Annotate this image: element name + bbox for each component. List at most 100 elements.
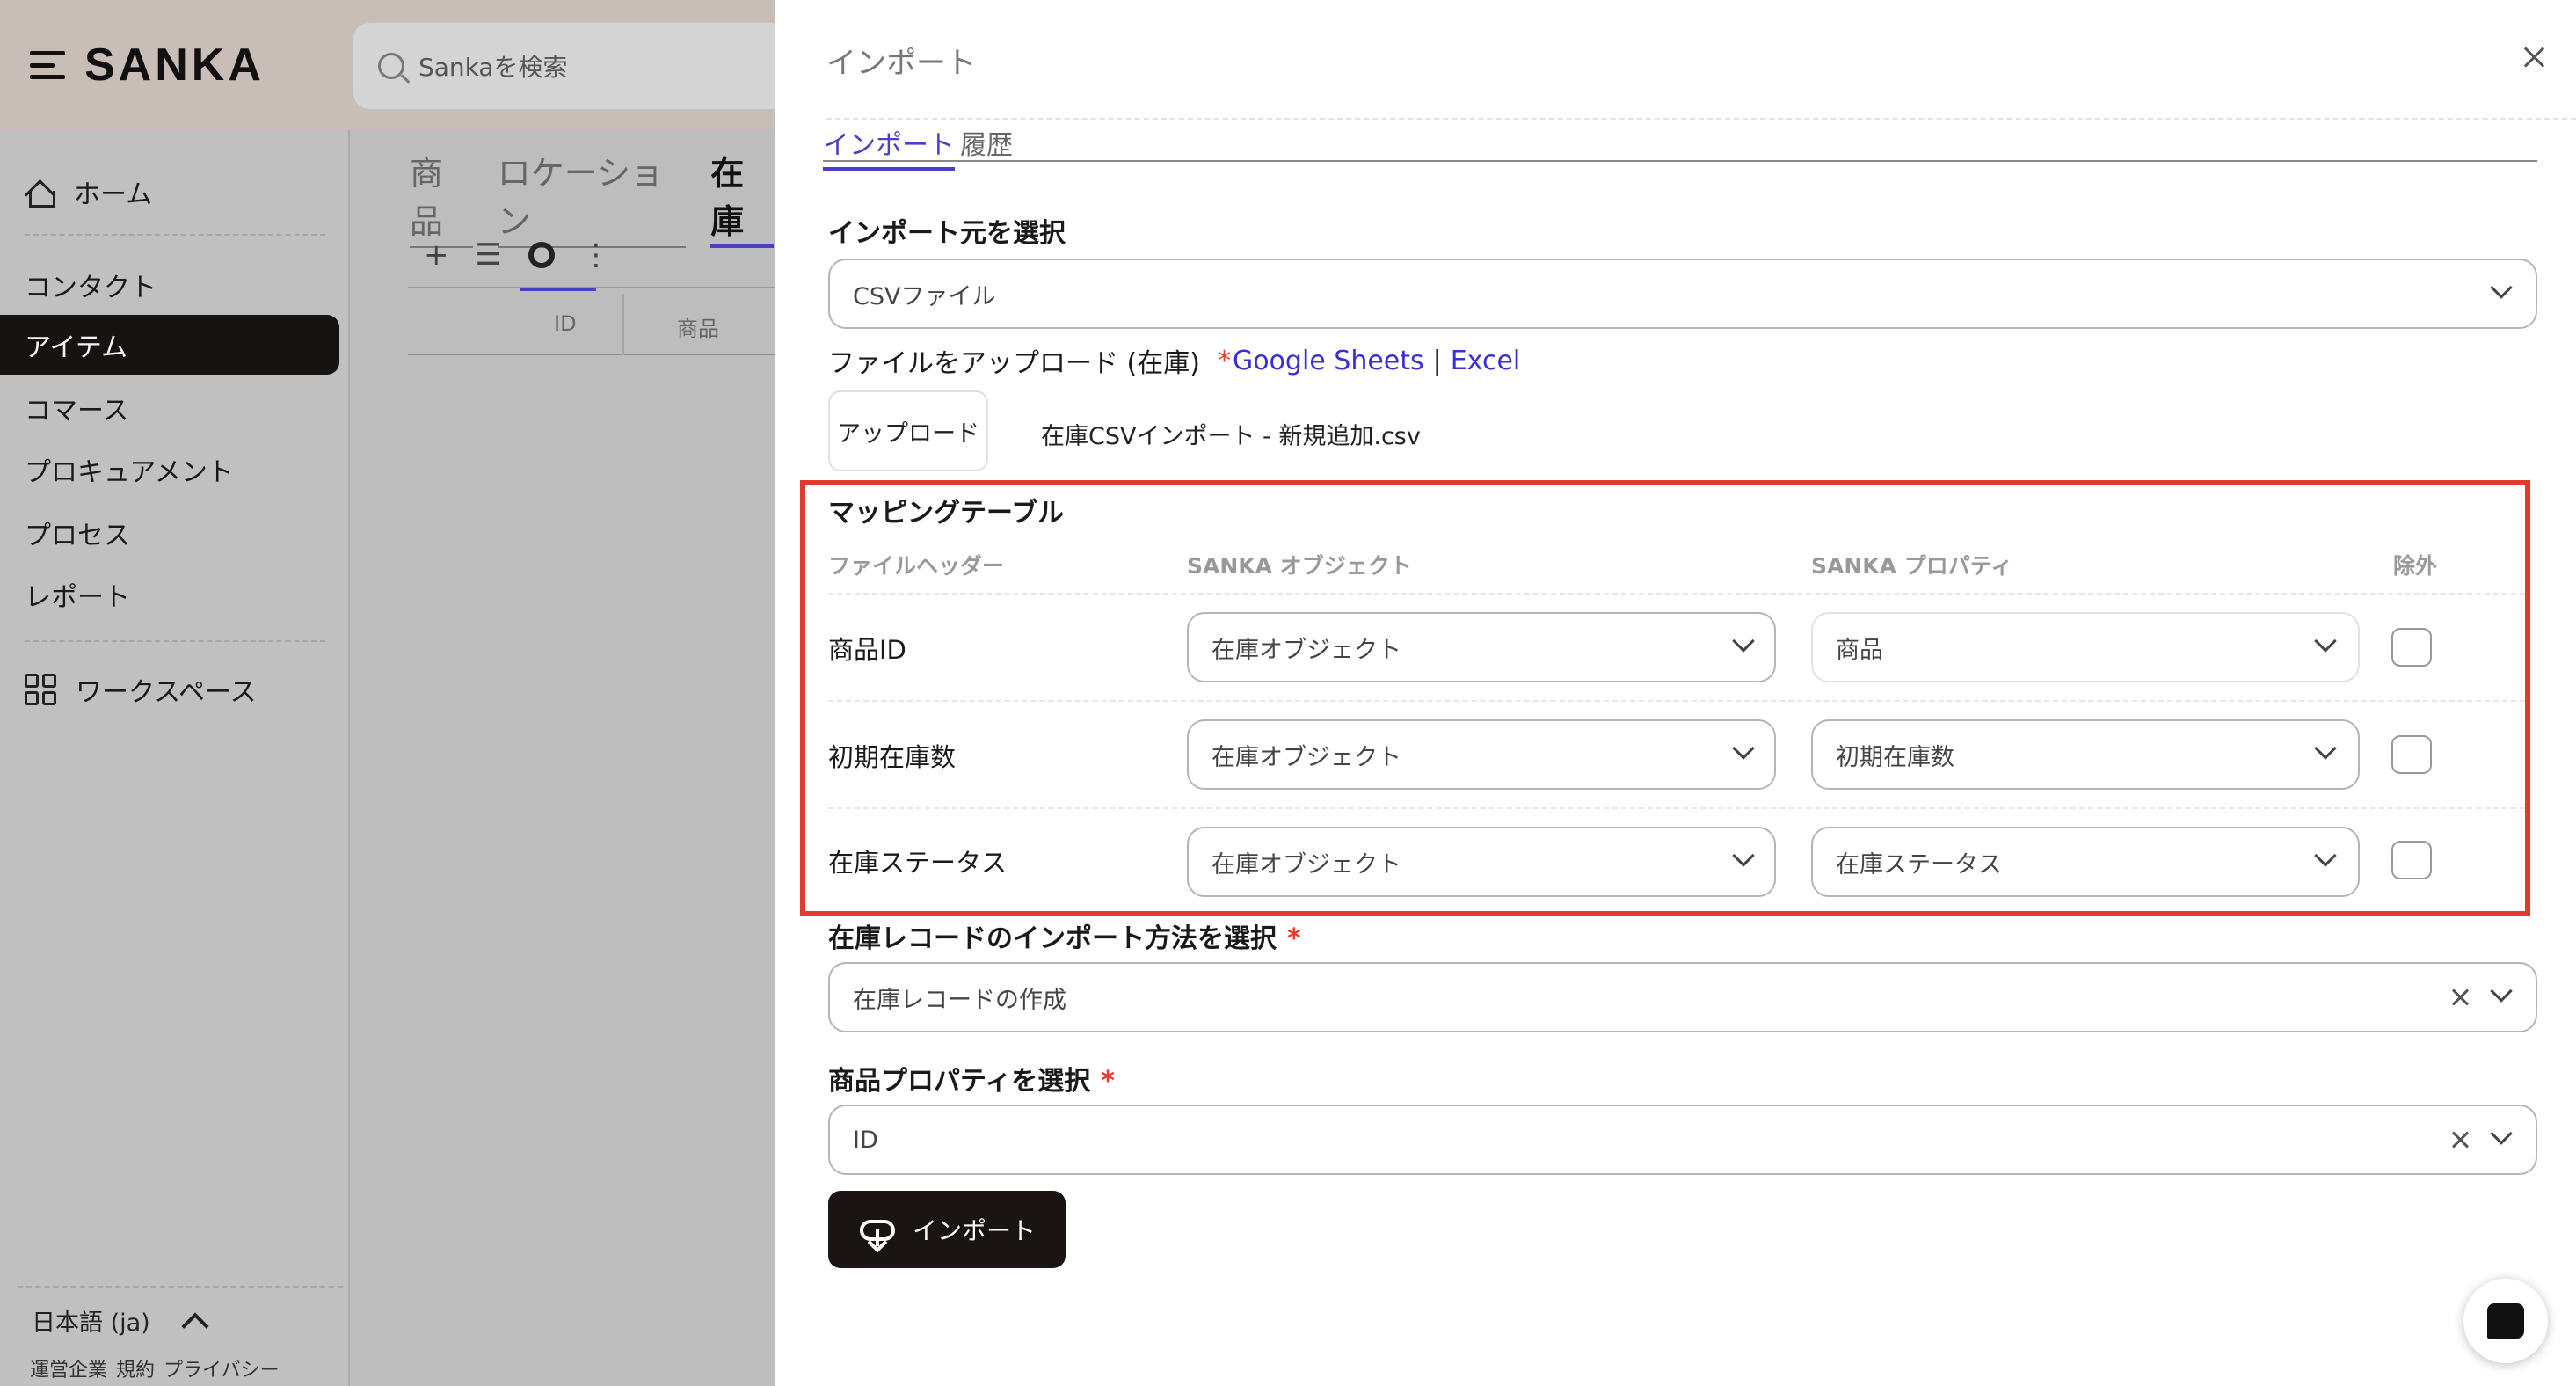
object-select[interactable]: 在庫オブジェクト <box>1187 827 1776 897</box>
table-header: ID 商品 <box>408 294 777 355</box>
footer-link-terms[interactable]: 規約 <box>116 1354 155 1382</box>
mapping-table-title: マッピングテーブル <box>828 498 1065 529</box>
row-divider <box>828 700 2525 702</box>
search-box[interactable]: Sankaを検索 <box>353 23 811 109</box>
footer-link-company[interactable]: 運営企業 <box>30 1354 107 1382</box>
upload-star: * <box>1217 345 1231 376</box>
divider <box>25 234 325 236</box>
chevron-down-icon <box>2314 737 2337 760</box>
property-value: 商品 <box>1836 636 1883 664</box>
clear-icon[interactable] <box>2449 987 2470 1008</box>
sidebar-item-home[interactable]: ホーム <box>0 162 339 222</box>
tab-import[interactable]: インポート <box>823 123 955 171</box>
sidebar-item-reports[interactable]: レポート <box>0 565 339 624</box>
mapping-row-file-header: 商品ID <box>828 635 906 665</box>
add-icon[interactable]: + <box>424 237 449 273</box>
upload-label: ファイルをアップロード (在庫) * Google Sheets | Excel <box>828 341 1520 380</box>
footer-links: 運営企業 規約 プライバシー <box>30 1354 280 1382</box>
import-method-select[interactable]: 在庫レコードの作成 <box>828 962 2537 1032</box>
property-select[interactable]: 初期在庫数 <box>1811 719 2360 790</box>
property-value: 初期在庫数 <box>1836 743 1954 771</box>
column-header-product[interactable]: 商品 <box>677 311 719 342</box>
sidebar-item-items[interactable]: アイテム <box>0 315 339 375</box>
property-select[interactable]: 在庫ステータス <box>1811 827 2360 897</box>
divider <box>826 118 2576 120</box>
circle-view-icon[interactable] <box>528 242 555 268</box>
sidebar-item-label: コマース <box>25 396 129 427</box>
object-value: 在庫オブジェクト <box>1212 636 1401 664</box>
sidebar-item-procurement[interactable]: プロキュアメント <box>0 440 339 500</box>
menu-icon[interactable] <box>30 47 65 83</box>
language-label: 日本語 (ja) <box>32 1309 150 1337</box>
column-header-id[interactable]: ID <box>554 311 577 336</box>
item-property-label: 商品プロパティを選択 * <box>828 1059 1115 1098</box>
column-divider <box>622 294 624 355</box>
chevron-down-icon <box>2490 276 2513 299</box>
import-button[interactable]: インポート <box>828 1191 1066 1268</box>
search-icon <box>378 53 404 79</box>
row-divider <box>828 807 2525 809</box>
chevron-down-icon <box>2314 844 2337 867</box>
clear-icon[interactable] <box>2449 1129 2470 1150</box>
item-property-label-text: 商品プロパティを選択 <box>828 1066 1091 1097</box>
sidebar-item-process[interactable]: プロセス <box>0 503 339 563</box>
search-placeholder: Sankaを検索 <box>418 53 568 82</box>
chevron-down-icon <box>2490 980 2513 1003</box>
sidebar: ホーム コンタクト アイテム コマース プロキュアメント プロセス レポート ワ… <box>0 130 350 1386</box>
sidebar-item-workspace[interactable]: ワークスペース <box>0 660 339 719</box>
sidebar-item-label: ワークスペース <box>76 677 257 708</box>
object-select[interactable]: 在庫オブジェクト <box>1187 612 1776 682</box>
required-mark: * <box>1287 923 1301 954</box>
chat-button[interactable] <box>2463 1279 2548 1363</box>
column-header-object: SANKA オブジェクト <box>1187 553 1412 579</box>
footer-link-privacy[interactable]: プライバシー <box>164 1354 280 1382</box>
language-selector[interactable]: 日本語 (ja) <box>32 1303 209 1340</box>
column-header-exclude: 除外 <box>2393 553 2438 579</box>
drawer-title: インポート <box>826 46 976 81</box>
list-view-icon[interactable]: ☰ <box>476 237 502 273</box>
import-drawer: インポート インポート 履歴 インポート元を選択 CSVファイル ファイルをアッ… <box>775 0 2576 1386</box>
drawer-tabs: インポート 履歴 <box>823 123 2537 171</box>
home-icon <box>25 177 55 208</box>
import-method-label-text: 在庫レコードのインポート方法を選択 <box>828 923 1277 954</box>
item-property-value: ID <box>853 1126 878 1154</box>
sidebar-item-label: ホーム <box>74 179 153 210</box>
object-value: 在庫オブジェクト <box>1212 850 1401 879</box>
sidebar-item-label: プロセス <box>25 521 130 551</box>
exclude-checkbox[interactable] <box>2391 628 2432 667</box>
item-property-select[interactable]: ID <box>828 1105 2537 1175</box>
object-value: 在庫オブジェクト <box>1212 743 1401 771</box>
main-content: 商品 ロケーション 在庫 + ☰ ⋮ ID 商品 <box>352 130 777 1386</box>
divider <box>25 640 325 642</box>
import-button-label: インポート <box>912 1216 1036 1245</box>
sidebar-item-commerce[interactable]: コマース <box>0 378 339 438</box>
tab-inventory[interactable]: 在庫 <box>710 146 774 248</box>
object-select[interactable]: 在庫オブジェクト <box>1187 719 1776 790</box>
workspace-icon <box>25 674 56 705</box>
chevron-down-icon <box>2490 1122 2513 1145</box>
sidebar-item-contacts[interactable]: コンタクト <box>0 255 339 315</box>
exclude-checkbox[interactable] <box>2391 735 2432 774</box>
excel-link[interactable]: Excel <box>1451 346 1520 376</box>
source-select[interactable]: CSVファイル <box>828 259 2537 329</box>
mapping-row-file-header: 在庫ステータス <box>828 848 1008 878</box>
property-select[interactable]: 商品 <box>1811 612 2360 682</box>
upload-button[interactable]: アップロード <box>828 390 988 471</box>
column-header-property: SANKA プロパティ <box>1811 553 2013 579</box>
tab-history[interactable]: 履歴 <box>960 123 1013 167</box>
close-icon[interactable] <box>2516 40 2551 76</box>
tab-products[interactable]: 商品 <box>410 146 473 248</box>
google-sheets-link[interactable]: Google Sheets <box>1233 346 1424 376</box>
chevron-up-icon <box>181 1311 209 1340</box>
tab-locations[interactable]: ロケーション <box>497 146 687 248</box>
cloud-upload-icon <box>858 1213 897 1253</box>
exclude-checkbox[interactable] <box>2391 841 2432 879</box>
more-icon[interactable]: ⋮ <box>581 237 611 273</box>
view-toolbar: + ☰ ⋮ <box>424 237 611 291</box>
sidebar-item-label: アイテム <box>25 332 127 363</box>
row-divider <box>828 593 2525 595</box>
divider <box>408 287 777 288</box>
logo[interactable]: SANKA <box>30 39 265 91</box>
source-label: インポート元を選択 <box>828 218 1066 249</box>
required-mark: * <box>1101 1066 1115 1097</box>
